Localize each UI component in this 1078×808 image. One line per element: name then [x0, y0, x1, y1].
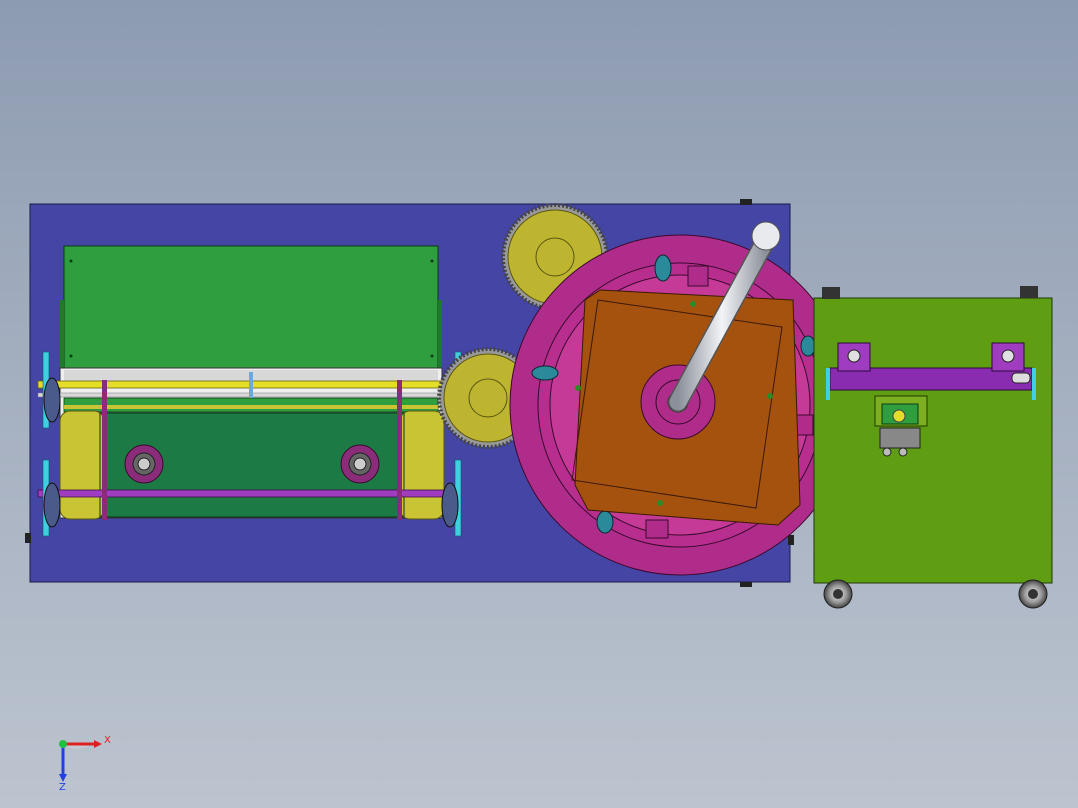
roller-bearing-left[interactable]: [124, 444, 164, 484]
y-axis-marker: [59, 740, 67, 748]
roller-drum[interactable]: [59, 410, 445, 520]
motor-assembly[interactable]: [874, 395, 928, 457]
z-axis-label: Z: [59, 782, 66, 793]
side-table[interactable]: [813, 286, 1053, 584]
caster-wheels: [823, 579, 1048, 609]
orientation-triad[interactable]: X Z: [59, 735, 111, 793]
purple-rod[interactable]: [37, 489, 459, 498]
green-top-plate[interactable]: [60, 245, 442, 369]
roller-bearing-right[interactable]: [340, 444, 380, 484]
x-axis-label: X: [104, 735, 111, 746]
cad-viewport[interactable]: X Z: [0, 0, 1078, 808]
